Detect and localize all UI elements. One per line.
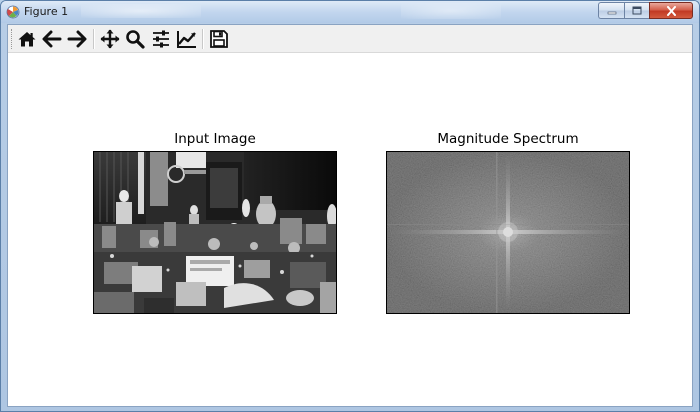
window-controls (598, 2, 693, 19)
title-bar-glow (81, 4, 201, 18)
line-chart-icon (177, 31, 196, 48)
magnifier-icon (126, 30, 145, 49)
home-button[interactable] (16, 28, 38, 50)
configure-subplots-button[interactable] (150, 28, 172, 50)
sliders-icon (153, 30, 169, 48)
save-button[interactable] (208, 28, 230, 50)
title-bar-glow-secondary (401, 3, 501, 19)
input-image-axes[interactable] (93, 151, 337, 314)
toolbar-separator (202, 29, 204, 49)
figure-canvas[interactable]: Input Image Magnitude Spectrum (8, 53, 692, 406)
matplotlib-app-icon (6, 5, 20, 19)
edit-axis-button[interactable] (176, 28, 198, 50)
toolbar-separator (93, 29, 95, 49)
arrow-left-icon (42, 30, 62, 48)
forward-button[interactable] (66, 28, 88, 50)
right-axes-title: Magnitude Spectrum (437, 131, 579, 147)
minimize-button[interactable] (598, 2, 624, 19)
minimize-icon (607, 11, 616, 14)
title-bar[interactable]: Figure 1 (1, 1, 699, 23)
maximize-icon (632, 6, 642, 15)
maximize-button[interactable] (624, 2, 649, 19)
magnitude-spectrum-axes[interactable] (386, 151, 630, 314)
input-image (94, 152, 336, 313)
pan-button[interactable] (99, 28, 121, 50)
arrow-right-icon (67, 30, 87, 48)
magnitude-spectrum-image (387, 152, 629, 313)
back-button[interactable] (41, 28, 63, 50)
window-title: Figure 1 (24, 5, 69, 18)
floppy-disk-icon (210, 30, 228, 48)
left-axes-title: Input Image (174, 131, 256, 147)
figure-client-area: Input Image Magnitude Spectrum (7, 24, 693, 407)
figure-window: Figure 1 Input Image Magnitude Spectrum (0, 0, 700, 412)
navigation-toolbar (8, 25, 692, 53)
toolbar-grip[interactable] (11, 29, 14, 49)
close-icon (666, 5, 676, 16)
close-button[interactable] (649, 2, 693, 19)
move-icon (100, 29, 120, 49)
home-icon (18, 32, 36, 47)
zoom-button[interactable] (124, 28, 146, 50)
